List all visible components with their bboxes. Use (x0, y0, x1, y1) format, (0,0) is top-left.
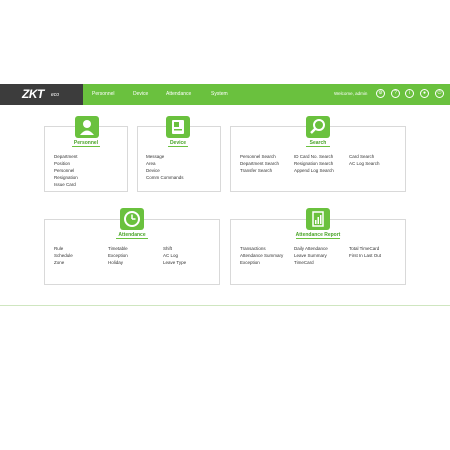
search-icon[interactable] (306, 116, 330, 138)
link-personnel-search[interactable]: Personnel Search (240, 154, 276, 159)
logo: ZKT eco (0, 84, 83, 105)
link-first-in-last-out[interactable]: First In Last Out (349, 253, 381, 258)
link-card-search[interactable]: Card Search (349, 154, 374, 159)
gear-icon[interactable]: ⚙ (376, 89, 385, 98)
link-message[interactable]: Message (146, 154, 164, 159)
title-underline (72, 146, 100, 147)
device-icon[interactable] (166, 116, 190, 138)
welcome-text: Welcome, admin (334, 91, 368, 96)
link-personnel[interactable]: Personnel (54, 168, 74, 173)
link-transactions[interactable]: Transactions (240, 246, 266, 251)
nav-attendance[interactable]: Attendance (166, 91, 191, 97)
link-department[interactable]: Department (54, 154, 78, 159)
link-resignation[interactable]: Resignation (54, 175, 78, 180)
link-shift[interactable]: Shift (163, 246, 172, 251)
nav-system[interactable]: System (211, 91, 228, 97)
link-leave-type[interactable]: Leave Type (163, 260, 186, 265)
title-underline (168, 146, 188, 147)
user-icon[interactable]: ● (420, 89, 429, 98)
nav-personnel[interactable]: Personnel (92, 91, 115, 97)
link-timecard[interactable]: TimeCard (294, 260, 314, 265)
title-underline (116, 238, 148, 239)
title-underline (296, 238, 340, 239)
link-timetable[interactable]: Timetable (108, 246, 128, 251)
link-resignation-search[interactable]: Resignation Search (294, 161, 333, 166)
personnel-icon[interactable] (75, 116, 99, 138)
link-zone[interactable]: Zone (54, 260, 64, 265)
link-report-exception[interactable]: Exception (240, 260, 260, 265)
info-icon[interactable]: i (405, 89, 414, 98)
title-underline (306, 146, 330, 147)
top-navbar: ZKT eco Personnel Device Attendance Syst… (0, 84, 450, 105)
link-holiday[interactable]: Holiday (108, 260, 123, 265)
footer-divider (0, 305, 450, 306)
logo-text: ZKT (22, 87, 44, 101)
link-attendance-summary[interactable]: Attendance Summary (240, 253, 283, 258)
link-daily-attendance[interactable]: Daily Attendance (294, 246, 328, 251)
link-ac-log[interactable]: AC Log (163, 253, 178, 258)
link-area[interactable]: Area (146, 161, 156, 166)
link-issue-card[interactable]: Issue Card (54, 182, 76, 187)
link-comm-commands[interactable]: Comm Commands (146, 175, 184, 180)
link-leave-summary[interactable]: Leave Summary (294, 253, 327, 258)
help-icon[interactable]: ? (391, 89, 400, 98)
link-append-log-search[interactable]: Append Log Search (294, 168, 334, 173)
link-department-search[interactable]: Department Search (240, 161, 279, 166)
nav-device[interactable]: Device (133, 91, 148, 97)
clock-icon[interactable] (120, 208, 144, 230)
link-id-card-search[interactable]: ID Card No. Search (294, 154, 333, 159)
link-position[interactable]: Position (54, 161, 70, 166)
link-total-timecard[interactable]: Total TimeCard (349, 246, 379, 251)
link-ac-log-search[interactable]: AC Log Search (349, 161, 380, 166)
link-rule[interactable]: Rule (54, 246, 63, 251)
logout-icon[interactable]: ⏻ (435, 89, 444, 98)
link-transfer-search[interactable]: Transfer Search (240, 168, 272, 173)
link-schedule[interactable]: Schedule (54, 253, 73, 258)
link-exception[interactable]: Exception (108, 253, 128, 258)
link-device[interactable]: Device (146, 168, 160, 173)
report-icon[interactable] (306, 208, 330, 230)
logo-subtext: eco (51, 92, 60, 98)
